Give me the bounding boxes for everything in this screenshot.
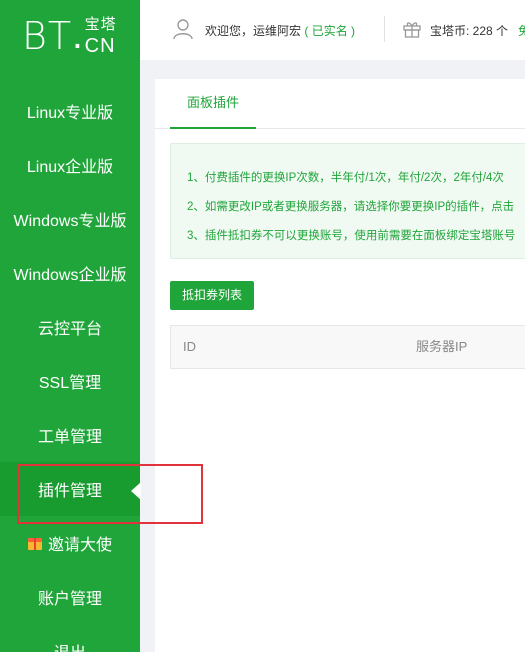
sidebar-item-account[interactable]: 账户管理: [0, 570, 140, 624]
sidebar-item-label: 退出: [54, 639, 86, 652]
header-extra-link[interactable]: 免: [518, 22, 525, 39]
sidebar-item-logout[interactable]: 退出: [0, 624, 140, 652]
data-table: ID 服务器IP: [170, 325, 525, 369]
logo-right: 宝塔 CN: [85, 17, 117, 56]
sidebar-item-linux-enterprise[interactable]: Linux企业版: [0, 138, 140, 192]
coupon-list-button[interactable]: 抵扣券列表: [170, 281, 255, 310]
sidebar-item-cloud-control[interactable]: 云控平台: [0, 300, 140, 354]
active-pointer-icon: [131, 482, 141, 500]
sidebar-item-invite[interactable]: 邀请大使: [0, 516, 140, 570]
main-panel: 面板插件 1、付费插件的更换IP次数，半年付/1次，年付/2次，2年付/4次 2…: [155, 79, 525, 652]
sidebar-item-label: Linux企业版: [26, 159, 114, 176]
username: 欢迎您，运维阿宏: [205, 24, 302, 38]
sidebar-item-linux-pro[interactable]: Linux专业版: [0, 84, 140, 138]
table-header-id: ID: [183, 339, 196, 354]
sidebar-item-label: 云控平台: [37, 321, 102, 338]
logo-bt: BT: [22, 14, 73, 58]
divider: [384, 16, 385, 42]
top-header: 欢迎您，运维阿宏 ( 已实名 ) 宝塔币: 228 个 免: [140, 0, 525, 60]
sidebar-item-windows-enterprise[interactable]: Windows企业版: [0, 246, 140, 300]
tab-panel-plugins[interactable]: 面板插件: [170, 79, 256, 129]
sidebar-item-ssl[interactable]: SSL管理: [0, 354, 140, 408]
logo-cn-chars: 宝塔: [84, 16, 117, 33]
gift-icon: [403, 22, 421, 38]
notice-box: 1、付费插件的更换IP次数，半年付/1次，年付/2次，2年付/4次 2、如需更改…: [170, 143, 525, 259]
sidebar-item-label: Windows专业版: [13, 213, 127, 230]
notice-line: 3、插件抵扣券不可以更换账号，使用前需要在面板绑定宝塔账号: [187, 230, 516, 242]
sidebar-item-label: 工单管理: [37, 429, 102, 446]
notice-line: 1、付费插件的更换IP次数，半年付/1次，年付/2次，2年付/4次: [187, 172, 504, 184]
sidebar-item-label: 插件管理: [37, 483, 102, 500]
sidebar-item-label: Windows企业版: [13, 267, 127, 284]
table-header-server-ip: 服务器IP: [416, 339, 468, 354]
sidebar-item-windows-pro[interactable]: Windows专业版: [0, 192, 140, 246]
sidebar: BT . 宝塔 CN Linux专业版 Linux企业版 Windows专业版 …: [0, 0, 140, 652]
sidebar-item-label: 账户管理: [37, 591, 102, 608]
tab-bar: 面板插件: [155, 79, 525, 129]
verified-badge[interactable]: ( 已实名 ): [304, 24, 355, 38]
logo-cn: CN: [84, 35, 116, 57]
coin-balance: 宝塔币: 228 个: [430, 24, 509, 38]
notice-line: 2、如需更改IP或者更换服务器，请选择你要更换IP的插件，点击: [187, 201, 515, 213]
logo-dot: .: [72, 15, 83, 57]
sidebar-item-label: 邀请大使: [47, 537, 112, 554]
sidebar-item-label: Linux专业版: [26, 105, 114, 122]
sidebar-item-plugins[interactable]: 插件管理: [0, 462, 140, 516]
sidebar-item-label: SSL管理: [38, 375, 102, 392]
gift-icon: [27, 536, 42, 550]
welcome-text: 欢迎您，运维阿宏 ( 已实名 ): [205, 22, 355, 39]
sidebar-nav: Linux专业版 Linux企业版 Windows专业版 Windows企业版 …: [0, 84, 140, 652]
sidebar-item-tickets[interactable]: 工单管理: [0, 408, 140, 462]
bt-logo[interactable]: BT . 宝塔 CN: [22, 10, 117, 56]
user-icon[interactable]: [172, 18, 194, 40]
